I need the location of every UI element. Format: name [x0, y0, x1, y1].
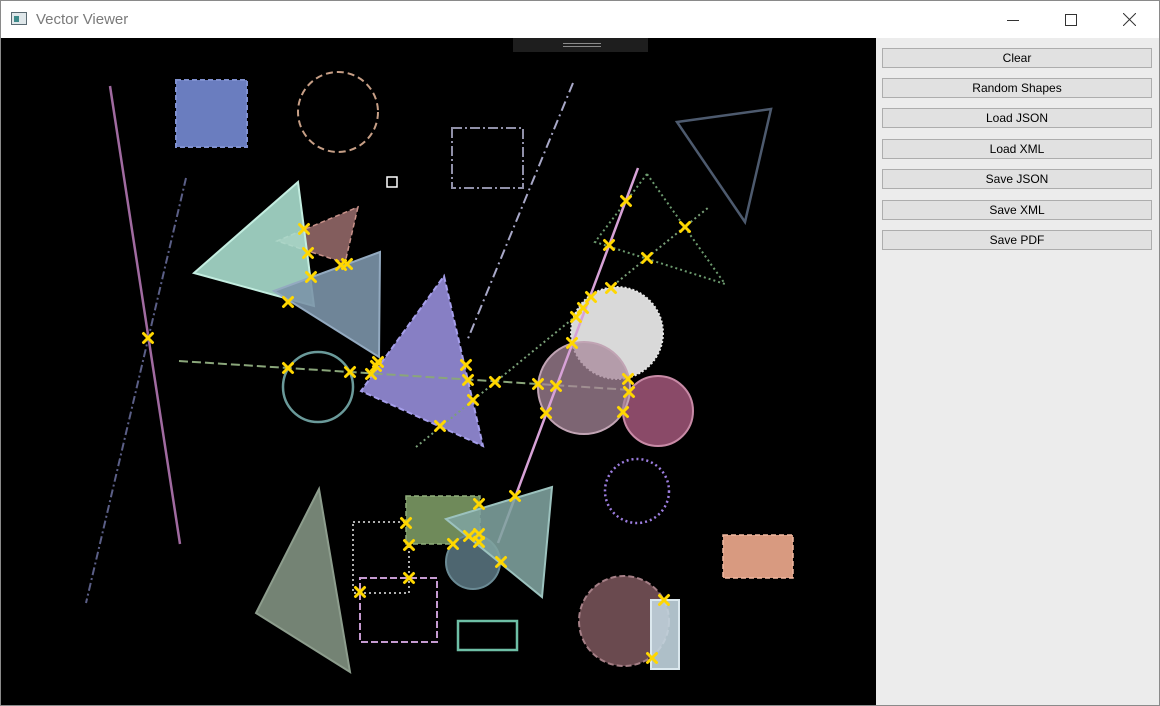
rectangle-shape	[722, 534, 794, 579]
sidebar-panel: Clear Random Shapes Load JSON Load XML S…	[876, 38, 1159, 705]
canvas-drag-handle[interactable]	[513, 38, 648, 52]
rectangle-shape	[650, 599, 680, 670]
rectangle-shape	[386, 176, 398, 188]
intersection-marker	[679, 221, 691, 233]
save-pdf-button[interactable]: Save PDF	[882, 230, 1152, 250]
load-json-button[interactable]: Load JSON	[882, 108, 1152, 128]
maximize-icon	[1065, 13, 1077, 26]
clear-button[interactable]: Clear	[882, 48, 1152, 68]
app-window: Vector Viewer Clear Random Shapes Load J…	[0, 0, 1160, 706]
window-title: Vector Viewer	[36, 11, 129, 28]
drawing-canvas[interactable]	[1, 38, 876, 705]
line-shape	[85, 177, 187, 604]
load-xml-button[interactable]: Load XML	[882, 139, 1152, 159]
line-shape	[466, 82, 574, 342]
maximize-button[interactable]	[1042, 1, 1100, 38]
close-icon	[1122, 13, 1136, 26]
circle-shape	[297, 71, 379, 153]
triangle-shape	[254, 485, 352, 675]
circle-shape	[537, 341, 631, 435]
minimize-button[interactable]	[984, 1, 1042, 38]
triangle-shape	[674, 107, 773, 226]
line-shape	[108, 85, 182, 545]
intersection-marker	[641, 252, 653, 264]
rectangle-shape	[456, 619, 519, 652]
save-xml-button[interactable]: Save XML	[882, 200, 1152, 220]
title-bar[interactable]: Vector Viewer	[1, 1, 1159, 38]
vector-drawing[interactable]	[1, 38, 876, 705]
rectangle-shape	[451, 127, 524, 189]
rectangle-shape	[359, 577, 438, 643]
save-json-button[interactable]: Save JSON	[882, 169, 1152, 189]
close-button[interactable]	[1100, 1, 1158, 38]
rectangle-shape	[175, 79, 248, 148]
app-icon	[11, 12, 27, 25]
minimize-icon	[1007, 19, 1019, 21]
circle-shape	[603, 457, 671, 525]
rectangle-shape	[352, 521, 410, 594]
random-shapes-button[interactable]: Random Shapes	[882, 78, 1152, 98]
